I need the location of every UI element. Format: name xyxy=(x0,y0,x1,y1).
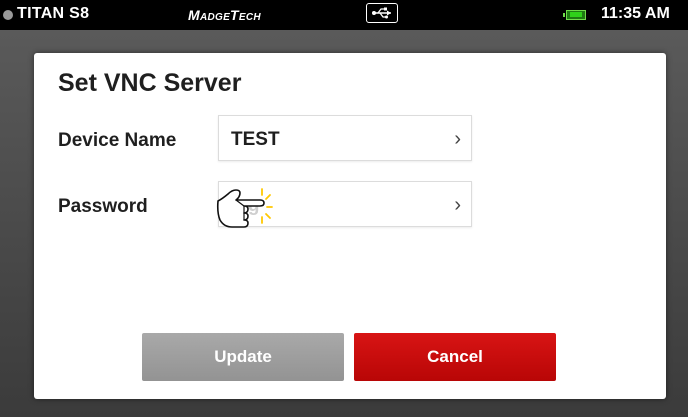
brand-logo: MadgeTech xyxy=(188,7,261,23)
update-button[interactable]: Update xyxy=(142,333,344,381)
battery-icon xyxy=(563,10,586,20)
device-name-field[interactable]: TEST › xyxy=(218,115,472,161)
chevron-right-icon: › xyxy=(454,194,461,216)
chevron-right-icon: › xyxy=(454,128,461,150)
battery-level xyxy=(570,12,582,17)
tap-hand-icon xyxy=(216,188,273,228)
password-label: Password xyxy=(58,196,148,217)
status-dot-icon xyxy=(3,10,13,20)
clock: 11:35 AM xyxy=(601,5,670,22)
dialog-title: Set VNC Server xyxy=(58,69,242,97)
device-model-label: TITAN S8 xyxy=(17,5,90,22)
status-bar: TITAN S8 MadgeTech 11:35 AM xyxy=(0,0,688,30)
usb-icon xyxy=(366,3,398,23)
device-name-value: TEST xyxy=(231,129,280,150)
set-vnc-server-dialog: Set VNC Server Device Name TEST › Passwo… xyxy=(34,53,666,399)
device-name-label: Device Name xyxy=(58,130,177,151)
cancel-button[interactable]: Cancel xyxy=(354,333,556,381)
